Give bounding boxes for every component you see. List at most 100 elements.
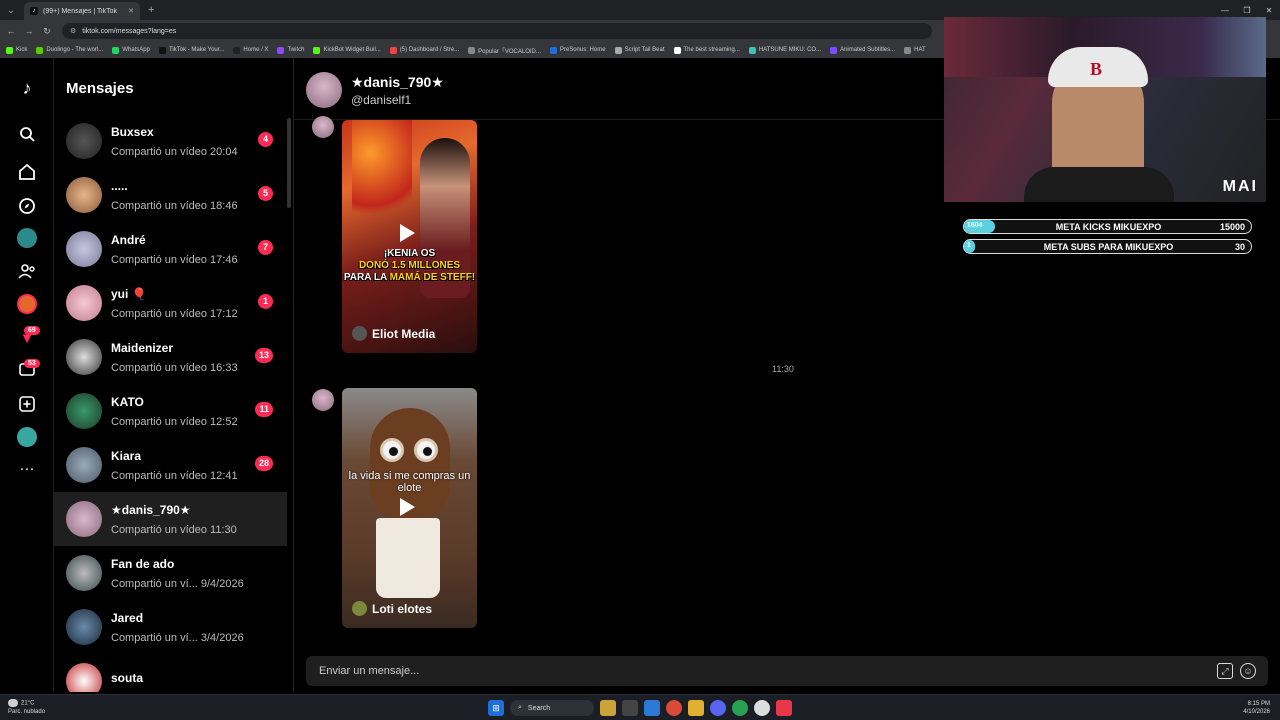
gif-sticker-icon[interactable]: ⤢	[1217, 663, 1233, 679]
conversation-item[interactable]: souta	[54, 654, 287, 692]
widgets-icon[interactable]	[600, 700, 616, 716]
conversation-item[interactable]: Maidenizer Compartió un vídeo 16:33 13	[54, 330, 287, 384]
video-author: Loti elotes	[352, 601, 432, 616]
bookmark-item[interactable]: WhatsApp	[112, 46, 150, 54]
bookmark-item[interactable]: Animated Subtitles...	[830, 46, 895, 54]
conversation-item[interactable]: Fan de ado Compartió un ví... 9/4/2026	[54, 546, 287, 600]
bookmark-item[interactable]: The best streaming...	[673, 46, 740, 54]
avatar	[66, 339, 102, 375]
conversation-item[interactable]: Kiara Compartió un vídeo 12:41 28	[54, 438, 287, 492]
new-tab-icon[interactable]: +	[148, 4, 154, 16]
taskbar-apps: ⊞ ⌕ Search	[488, 700, 792, 716]
discord-icon[interactable]	[710, 700, 726, 716]
goal-bar-subs: 1 META SUBS PARA MIKUEXPO 30	[963, 239, 1252, 254]
home-icon[interactable]	[17, 162, 37, 182]
chrome-icon[interactable]	[732, 700, 748, 716]
start-icon[interactable]: ⊞	[488, 700, 504, 716]
bookmark-item[interactable]: PreSonus: Home	[549, 46, 606, 54]
bookmark-label: HATSUNE MIKU: CO...	[758, 47, 822, 53]
play-icon[interactable]	[400, 224, 415, 242]
system-clock[interactable]: 8:15 PM 4/10/2026	[1243, 700, 1270, 716]
bookmark-item[interactable]: TikTok - Make Your...	[158, 46, 224, 54]
play-icon[interactable]	[400, 498, 415, 516]
overlay-logo: MAI	[1222, 178, 1258, 195]
url-field[interactable]: ⚙ tiktok.com/messages?lang=es	[62, 23, 932, 39]
live-avatar-icon[interactable]	[17, 228, 37, 248]
taskbar-search[interactable]: ⌕ Search	[510, 700, 594, 716]
avatar	[66, 501, 102, 537]
bookmark-item[interactable]: (5) Dashboard / Stre...	[389, 46, 459, 54]
conversation-list: Mensajes Buxsex Compartió un vídeo 20:04 4…	[54, 58, 294, 692]
conversation-item[interactable]: ..... Compartió un vídeo 18:46 5	[54, 168, 287, 222]
reload-icon[interactable]: ↻	[40, 26, 54, 37]
chat-contact-name[interactable]: ★danis_790★	[351, 74, 444, 91]
video-author-name: Eliot Media	[372, 326, 436, 341]
bookmark-label: The best streaming...	[683, 47, 740, 53]
back-icon[interactable]: ←	[4, 26, 18, 36]
bookmark-item[interactable]: Twitch	[277, 46, 304, 54]
video-author: Eliot Media	[352, 326, 435, 341]
video-overlay-line2: DONÓ 1.5 MILLONES	[342, 260, 477, 271]
forward-icon[interactable]: →	[22, 26, 36, 36]
tab-search-icon[interactable]: ⌄	[4, 3, 18, 17]
bookmark-label: WhatsApp	[122, 47, 150, 53]
video-overlay-line2-text: DONÓ 1.5 MILLONES	[358, 260, 461, 271]
bookmark-item[interactable]: Popular「VOCALOID...	[468, 46, 541, 55]
list-scrollbar[interactable]	[287, 118, 291, 208]
weather-widget[interactable]: 21°C Parc. nublado	[8, 699, 45, 716]
avatar	[66, 609, 102, 645]
goal-target: 15000	[1219, 222, 1245, 232]
bookmark-item[interactable]: HATSUNE MIKU: CO...	[748, 46, 822, 54]
following-icon[interactable]	[17, 261, 37, 281]
shared-video-card[interactable]: la vida si me compras un elote Loti elot…	[342, 388, 477, 628]
bookmark-favicon-icon	[748, 46, 756, 54]
browser-tab[interactable]: ♪ (99+) Mensajes | TikTok ✕	[24, 2, 140, 20]
author-avatar-icon	[352, 601, 367, 616]
mail-icon[interactable]	[644, 700, 660, 716]
profile-avatar-icon[interactable]	[17, 427, 37, 447]
message-avatar[interactable]	[312, 389, 334, 411]
bookmark-favicon-icon	[614, 46, 622, 54]
bookmark-favicon-icon	[468, 46, 476, 54]
conversation-name: Jared	[111, 610, 144, 625]
message-avatar[interactable]	[312, 116, 334, 138]
bookmark-item[interactable]: KickBot Widget Buil...	[313, 46, 381, 54]
search-icon[interactable]	[17, 124, 37, 144]
bookmark-label: Home / X	[243, 47, 269, 53]
conversation-preview: Compartió un vídeo 17:46	[111, 253, 238, 266]
chat-contact-handle[interactable]: @daniself1	[351, 93, 411, 107]
bookmark-item[interactable]: Home / X	[233, 46, 269, 54]
conversation-item[interactable]: André Compartió un vídeo 17:46 7	[54, 222, 287, 276]
chat-avatar[interactable]	[306, 72, 342, 108]
explore-icon[interactable]	[17, 196, 37, 216]
message-composer: ⤢ ☺	[306, 656, 1268, 686]
tiktok-logo-icon[interactable]: ♪	[17, 78, 37, 98]
music-icon[interactable]	[776, 700, 792, 716]
file-explorer-icon[interactable]	[688, 700, 704, 716]
flowers-shape	[352, 120, 412, 230]
conversation-item[interactable]: yui 🎈 Compartió un vídeo 17:12 1	[54, 276, 287, 330]
search-icon: ⌕	[518, 704, 522, 711]
avatar	[66, 447, 102, 483]
more-icon[interactable]: ···	[17, 458, 37, 478]
task-view-icon[interactable]	[622, 700, 638, 716]
os-taskbar: 21°C Parc. nublado ⊞ ⌕ Search 8:15 PM 4/1…	[0, 694, 1280, 720]
settings-icon[interactable]	[754, 700, 770, 716]
tab-close-icon[interactable]: ✕	[128, 7, 134, 15]
coin-icon[interactable]	[17, 294, 37, 314]
conversation-item[interactable]: Jared Compartió un ví... 3/4/2026	[54, 600, 287, 654]
app-icon[interactable]	[666, 700, 682, 716]
shirt-shape	[1024, 167, 1174, 202]
bookmark-item[interactable]: Script Tail Beat	[614, 46, 665, 54]
shared-video-card[interactable]: ¡KENIA OS DONÓ 1.5 MILLONES PARA LA MAMÁ…	[342, 120, 477, 353]
conversation-item[interactable]: Buxsex Compartió un vídeo 20:04 4	[54, 114, 287, 168]
bookmark-item[interactable]: Kick	[6, 46, 27, 54]
message-input[interactable]	[319, 662, 1119, 680]
upload-icon[interactable]	[17, 394, 37, 414]
conversation-item[interactable]: ★danis_790★ Compartió un vídeo 11:30	[54, 492, 287, 546]
conversation-item[interactable]: KATO Compartió un vídeo 12:52 11	[54, 384, 287, 438]
site-info-icon[interactable]: ⚙	[70, 27, 76, 35]
bookmark-item[interactable]: HAT	[904, 46, 926, 54]
bookmark-item[interactable]: Duolingo - The worl...	[36, 46, 103, 54]
emoji-icon[interactable]: ☺	[1240, 663, 1256, 679]
